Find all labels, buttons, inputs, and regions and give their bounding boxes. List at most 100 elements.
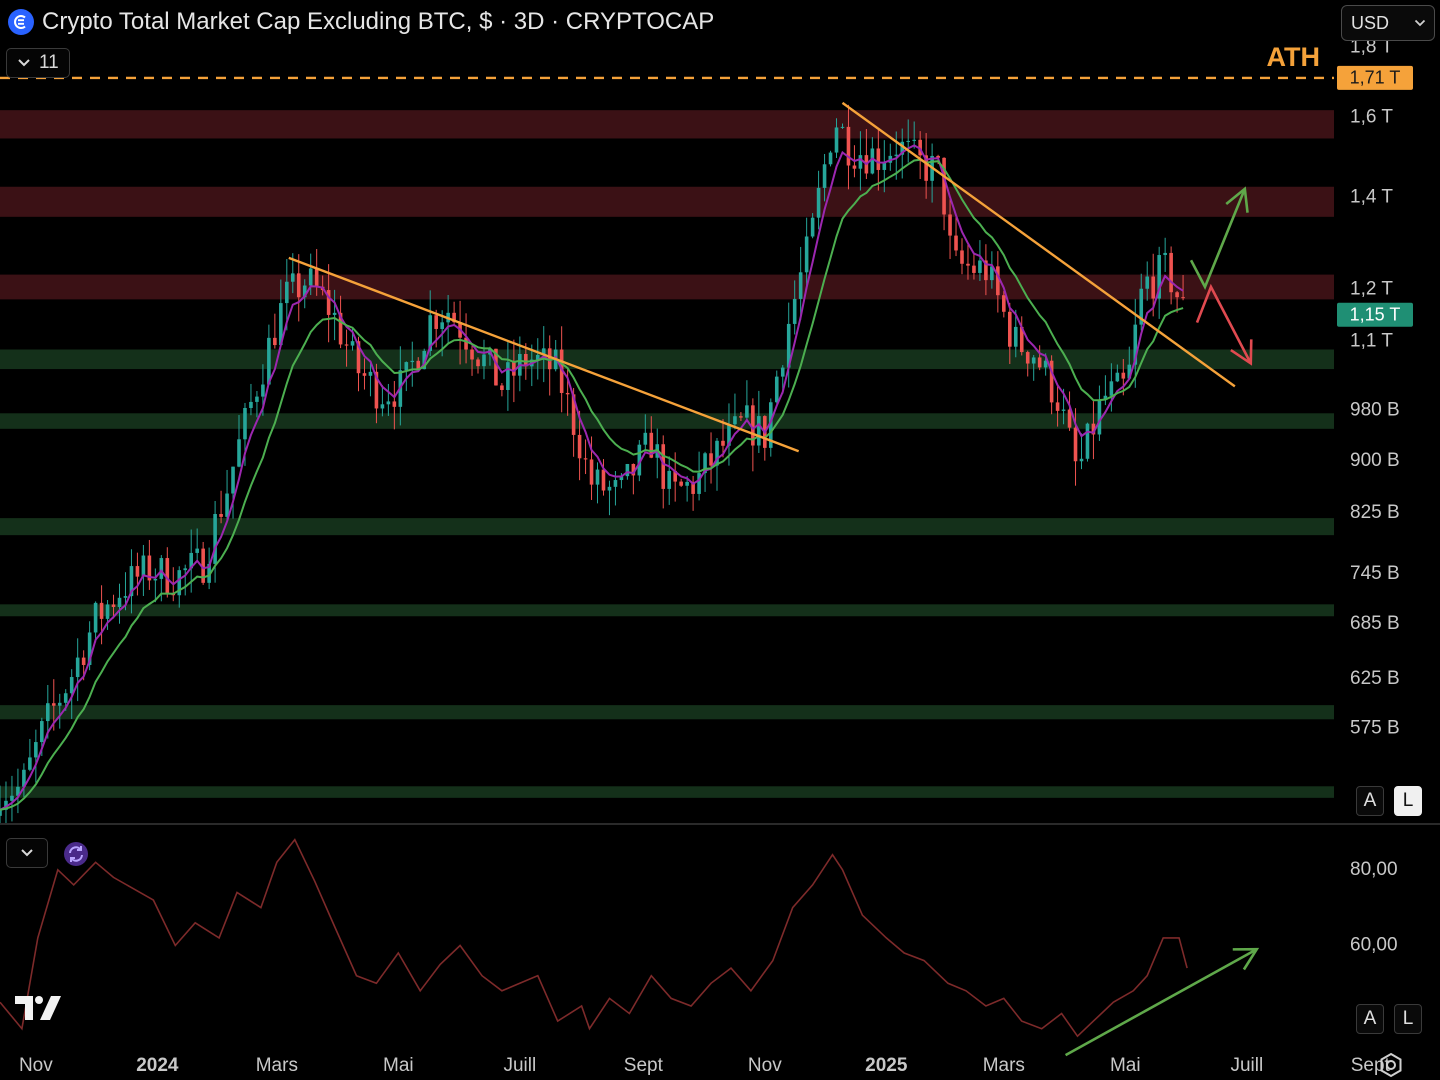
candle: [75, 638, 80, 702]
resistance-zone-1: [0, 186, 1334, 217]
tradingview-logo-icon[interactable]: [14, 994, 62, 1027]
log-scale-button-lower[interactable]: L: [1394, 1004, 1422, 1034]
candle: [386, 383, 391, 416]
candle: [225, 469, 229, 521]
chart-canvas[interactable]: ATH 1,8 T1,6 T1,4 T1,2 T1,1 T980 B900 B8…: [0, 0, 1440, 1080]
candle: [828, 150, 833, 167]
currency-value: USD: [1351, 12, 1390, 33]
price-tick-label: 900 B: [1350, 450, 1400, 471]
candle: [697, 451, 701, 501]
price-tick-label: 825 B: [1350, 502, 1400, 523]
candle: [267, 324, 271, 386]
support-zone-5: [0, 518, 1334, 536]
candle: [547, 335, 552, 396]
candle: [1049, 355, 1054, 415]
support-zone-8: [0, 786, 1334, 798]
candle: [153, 568, 158, 603]
gear-icon[interactable]: [1378, 1052, 1404, 1078]
price-tick-label: 1,6 T: [1350, 107, 1393, 128]
currency-select[interactable]: USD: [1341, 5, 1435, 41]
candle: [774, 370, 779, 404]
candle: [816, 170, 821, 230]
current-price-label: 1,15 T: [1350, 305, 1401, 325]
resistance-zone-2: [0, 274, 1334, 300]
trendline-1[interactable]: [841, 101, 1236, 388]
price-tick-label: 1,1 T: [1350, 330, 1393, 351]
oscillator-bullish-arrow[interactable]: [1064, 948, 1258, 1057]
candle: [882, 140, 887, 193]
candle: [500, 383, 504, 397]
candle: [476, 357, 480, 374]
candle: [1079, 433, 1084, 470]
indicator-count: 11: [39, 52, 59, 73]
candle: [177, 566, 182, 608]
time-tick-label: Sept: [624, 1055, 664, 1076]
candle: [165, 547, 170, 598]
candle: [679, 478, 683, 487]
candle: [249, 383, 253, 416]
oscillator-collapse-button[interactable]: [6, 838, 48, 868]
candle: [1157, 246, 1161, 319]
indicator-sync-icon[interactable]: [62, 840, 90, 868]
price-tick-label: 980 B: [1350, 399, 1400, 420]
chevron-down-icon: [1414, 19, 1426, 27]
candle: [996, 251, 1000, 313]
candle: [147, 539, 152, 590]
ath-text: ATH: [1267, 42, 1321, 72]
cryptocap-logo-icon: [8, 9, 34, 35]
price-axis[interactable]: 1,8 T1,6 T1,4 T1,2 T1,1 T980 B900 B825 B…: [1337, 36, 1413, 955]
candle: [117, 583, 122, 624]
candle: [213, 500, 217, 583]
candle: [482, 339, 486, 380]
candle: [810, 213, 815, 239]
candle: [380, 385, 385, 417]
candle: [1097, 385, 1102, 441]
candle: [141, 544, 146, 596]
time-tick-label: Juill: [1230, 1055, 1263, 1076]
candle: [870, 137, 875, 175]
resistance-zone-0: [0, 110, 1334, 139]
candle: [93, 601, 98, 643]
candle: [135, 552, 140, 596]
candle: [1085, 422, 1090, 462]
chevron-down-icon: [18, 59, 30, 67]
price-tick-label: 1,2 T: [1350, 278, 1393, 299]
candle: [607, 480, 612, 516]
chevron-down-icon: [21, 849, 33, 857]
ath-price-label: 1,71 T: [1350, 68, 1401, 88]
log-scale-button[interactable]: L: [1394, 786, 1422, 816]
auto-scale-button-lower[interactable]: A: [1356, 1004, 1384, 1034]
candle: [129, 549, 134, 614]
candle: [207, 547, 211, 590]
candle: [1163, 237, 1167, 272]
candle: [888, 143, 893, 171]
oscillator-tick-label: 80,00: [1350, 859, 1398, 880]
auto-scale-button[interactable]: A: [1356, 786, 1384, 816]
candle: [583, 439, 588, 475]
candle: [691, 475, 695, 511]
candle: [273, 313, 277, 349]
candle: [28, 738, 32, 772]
candle: [1037, 345, 1042, 371]
chart-title: Crypto Total Market Cap Excluding BTC, $…: [42, 8, 715, 35]
price-tick-label: 625 B: [1350, 668, 1400, 689]
candle: [631, 463, 636, 495]
time-tick-label: 2025: [865, 1055, 908, 1076]
price-tick-label: 745 B: [1350, 563, 1400, 584]
candle: [709, 432, 713, 484]
indicators-toggle-button[interactable]: 11: [6, 48, 70, 78]
price-tick-label: 685 B: [1350, 613, 1400, 634]
candle: [661, 435, 666, 509]
candle: [733, 393, 737, 430]
support-zone-7: [0, 705, 1334, 720]
time-tick-label: Mars: [256, 1055, 298, 1076]
candle: [966, 243, 970, 280]
candle: [667, 456, 672, 505]
time-axis[interactable]: Nov 2024 Mars Mai Juill Sept Nov 2025 Mars Mai Jui…: [19, 1055, 1391, 1076]
time-tick-label: 2024: [136, 1055, 179, 1076]
candle: [10, 775, 14, 822]
time-tick-label: Nov: [19, 1055, 53, 1076]
time-tick-label: Mai: [1110, 1055, 1141, 1076]
candle: [296, 254, 301, 322]
candle: [757, 390, 761, 453]
